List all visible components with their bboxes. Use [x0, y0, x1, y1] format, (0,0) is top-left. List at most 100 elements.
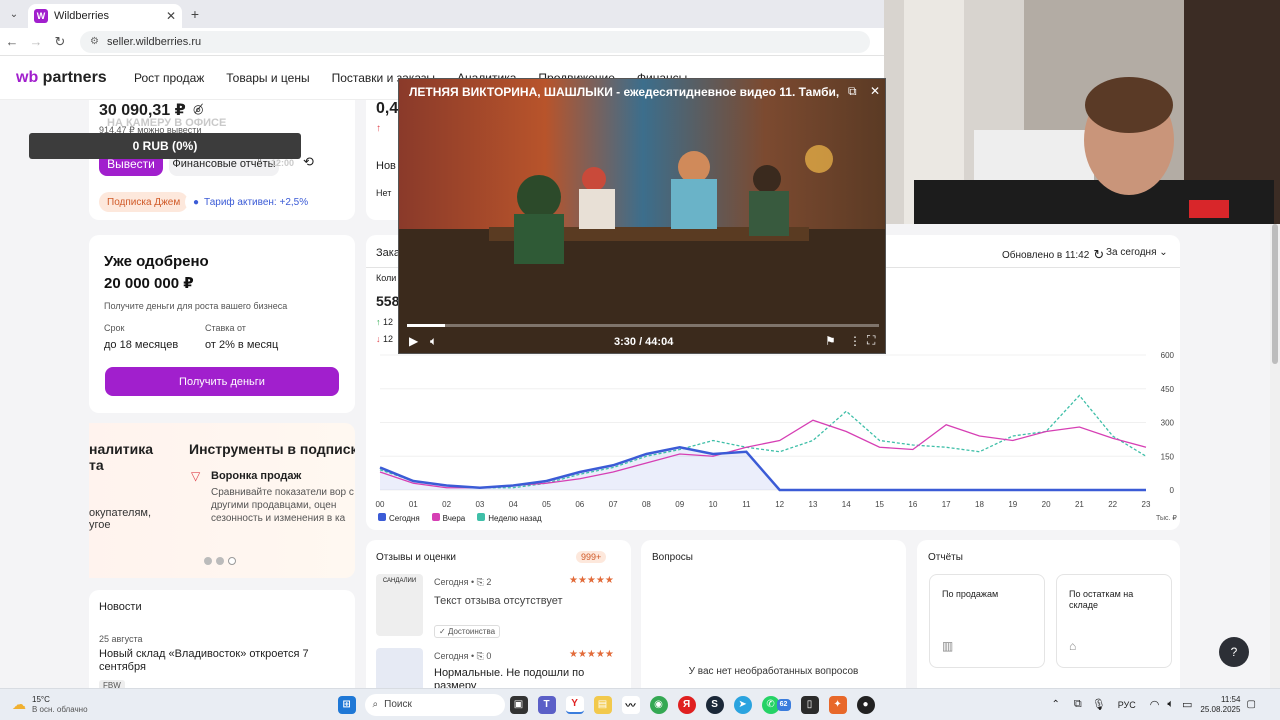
report-sales[interactable]: По продажам ▥	[929, 574, 1045, 668]
help-button[interactable]: ?	[1219, 637, 1249, 667]
reviews-card: Отзывы и оценки 999+ САНДАЛИИ Сегодня • …	[366, 540, 631, 688]
history-icon[interactable]: ⟲	[303, 154, 314, 170]
start-icon[interactable]: ⊞	[337, 695, 356, 714]
wb-partners-logo[interactable]: wb partners	[16, 69, 134, 87]
legend-week-ago[interactable]: Неделю назад	[477, 513, 542, 523]
carousel-dot-1[interactable]	[204, 557, 212, 565]
tariff-chip[interactable]: ● Тариф активен: +2,5%	[185, 192, 317, 212]
taskbar-search[interactable]: ⌕ Поиск	[364, 693, 505, 716]
microphone-icon[interactable]: 🎙︎	[1092, 698, 1106, 711]
reload-icon[interactable]: ↻	[48, 34, 72, 50]
chrome-icon[interactable]: ◉	[649, 695, 668, 714]
term-label: Срок	[104, 323, 125, 333]
news-headline[interactable]: Новый склад «Владивосток» откроется 7 се…	[99, 648, 339, 674]
terminal-icon[interactable]: ▯	[800, 695, 819, 714]
legend-yesterday[interactable]: Вчера	[431, 513, 465, 523]
paperclip-icon: ⎘	[476, 651, 484, 661]
series-area-today	[380, 447, 1146, 490]
loan-card: Уже одобрено 20 000 000 ₽ Получите деньг…	[89, 235, 355, 413]
y-tick-label: 600	[1161, 351, 1175, 360]
url-text: seller.wildberries.ru	[106, 35, 202, 48]
reports-title: Отчёты	[928, 552, 963, 563]
browser-tab[interactable]: W Wildberries ✕	[28, 4, 182, 28]
carousel-dot-3[interactable]	[228, 557, 236, 565]
more-icon[interactable]: ⋮	[849, 334, 861, 348]
url-field[interactable]: ⚙ seller.wildberries.ru	[80, 30, 870, 53]
y-tick-label: 0	[1170, 486, 1175, 495]
tray-chevron-icon[interactable]: ⌃	[1052, 699, 1060, 710]
play-icon[interactable]: ▶	[409, 334, 418, 348]
language-indicator[interactable]: РУС	[1118, 700, 1136, 710]
news-date: 25 августа	[99, 634, 143, 644]
x-tick-label: 04	[509, 500, 518, 509]
fullscreen-icon[interactable]: ⛶	[867, 333, 875, 348]
weather-icon[interactable]: ☁	[12, 696, 26, 713]
review-text-1[interactable]: Текст отзыва отсутствует	[434, 595, 563, 607]
review-thumb-2[interactable]	[376, 648, 423, 688]
review-meta-2: Сегодня • ⎘ 0	[434, 651, 492, 661]
video-progress-track[interactable]	[407, 324, 879, 327]
battery-icon[interactable]: ▭	[1182, 698, 1192, 711]
nav-goods[interactable]: Товары и цены	[226, 71, 309, 85]
forward-icon[interactable]: →	[24, 34, 48, 49]
stats-no: Нет	[376, 188, 392, 198]
x-tick-label: 18	[975, 500, 984, 509]
trading-app-icon[interactable]: 〰	[621, 695, 640, 714]
clock[interactable]: 11:54 25.08.2025	[1200, 695, 1240, 715]
yandex-browser-icon[interactable]: Y	[565, 695, 584, 714]
site-info-icon[interactable]: ⚙	[90, 36, 99, 47]
x-tick-label: 16	[908, 500, 917, 509]
tab-title: Wildberries	[54, 10, 110, 22]
currency-unit: Тыс. ₽	[1156, 515, 1177, 522]
subscription-chip[interactable]: Подписка Джем	[99, 192, 189, 212]
wifi-icon[interactable]: ◠	[1150, 698, 1160, 711]
close-pip-icon[interactable]: ✕	[870, 84, 880, 98]
loan-title-2: 20 000 000 ₽	[104, 275, 194, 292]
hide-balance-icon[interactable]: ◎̸	[193, 102, 203, 116]
funnel-title[interactable]: Воронка продаж	[211, 470, 301, 482]
volume-tray-icon[interactable]: 🔈︎	[1167, 698, 1174, 711]
telegram-icon[interactable]: ➤	[733, 695, 752, 714]
y-tick-label: 300	[1161, 419, 1175, 428]
x-tick-label: 22	[1108, 500, 1117, 509]
get-money-button[interactable]: Получить деньги	[105, 367, 339, 396]
video-popup[interactable]: ЛЕТНЯЯ ВИКТОРИНА, ШАШЛЫКИ - ежедесятидне…	[398, 78, 886, 354]
carousel-dot-2[interactable]	[216, 557, 224, 565]
task-view-icon[interactable]: ▣	[509, 695, 528, 714]
report-stock[interactable]: По остаткам на складе ⌂	[1056, 574, 1172, 668]
promo-right-title: Инструменты в подписк	[189, 441, 355, 457]
review-thumb-1[interactable]: САНДАЛИИ	[376, 574, 423, 636]
scrollbar-thumb[interactable]	[1272, 224, 1278, 364]
reviews-badge: 999+	[576, 551, 607, 563]
review-meta-1: Сегодня • ⎘ 2	[434, 577, 492, 587]
record-icon[interactable]: ●	[856, 695, 875, 714]
weather-widget[interactable]: 15°C В осн. облачно	[32, 695, 88, 715]
tab-close-icon[interactable]: ✕	[166, 9, 176, 23]
tray-app-icon[interactable]: ⧉	[1074, 698, 1082, 711]
page-scrollbar[interactable]	[1270, 224, 1280, 688]
video-title: ЛЕТНЯЯ ВИКТОРИНА, ШАШЛЫКИ - ежедесятидне…	[409, 85, 839, 99]
teams-icon[interactable]: T	[537, 695, 556, 714]
legend-today[interactable]: Сегодня	[378, 513, 420, 523]
tab-list-chevron-icon[interactable]: ⌄	[0, 0, 28, 28]
review-text-2[interactable]: Нормальные. Не подошли по размеру	[434, 667, 604, 688]
game-icon[interactable]: ✦	[828, 695, 847, 714]
file-explorer-icon[interactable]: ▤	[593, 695, 612, 714]
bookmark-icon[interactable]: ⚑	[825, 334, 836, 348]
back-to-tab-icon[interactable]: ⧉	[848, 84, 857, 99]
new-tab-icon[interactable]: +	[182, 6, 208, 22]
x-tick-label: 21	[1075, 500, 1084, 509]
nav-growth[interactable]: Рост продаж	[134, 71, 204, 85]
volume-icon[interactable]: 🔈︎	[430, 334, 437, 349]
news-card: Новости 25 августа Новый склад «Владивос…	[89, 590, 355, 688]
x-tick-label: 03	[475, 500, 484, 509]
reports-card: Отчёты По продажам ▥ По остаткам на скла…	[917, 540, 1180, 688]
back-icon[interactable]: ←	[0, 34, 24, 49]
x-tick-label: 00	[376, 500, 385, 509]
yandex-icon[interactable]: Я	[677, 695, 696, 714]
review-tag-1: ✓ Достоинства	[434, 625, 501, 638]
notifications-icon[interactable]: ▢	[1246, 699, 1255, 710]
steam-icon[interactable]: S	[705, 695, 724, 714]
browser-tab-bar: ⌄ W Wildberries ✕ +	[0, 0, 884, 28]
search-icon: ⌕	[372, 699, 379, 710]
